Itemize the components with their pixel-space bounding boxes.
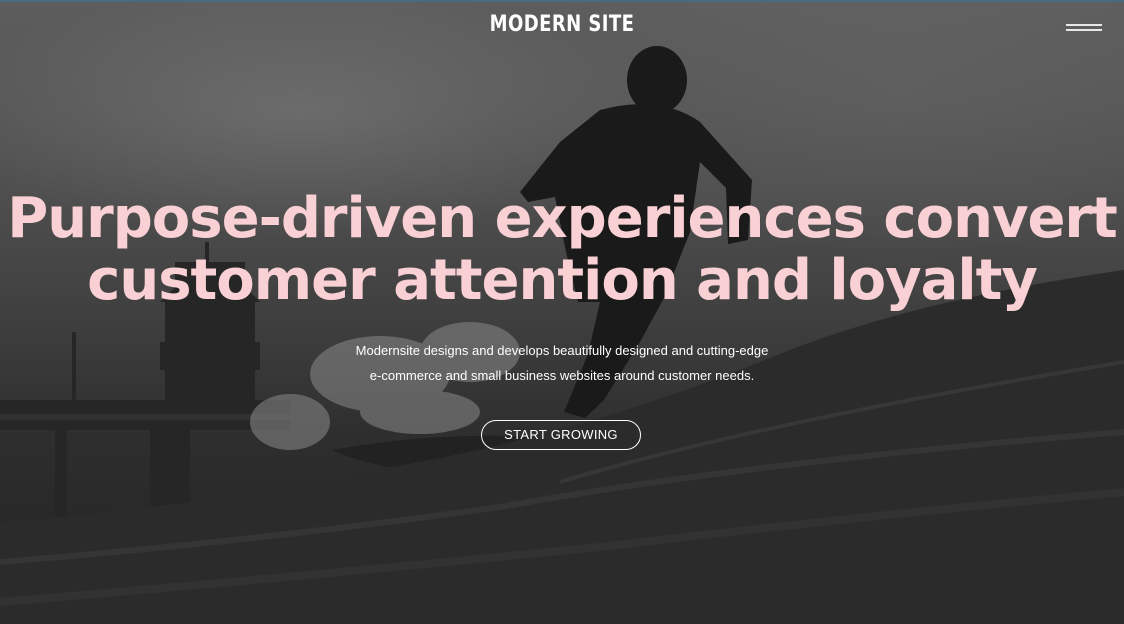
menu-button[interactable] <box>1062 16 1106 40</box>
hero-description-line-1: Modernsite designs and develops beautifu… <box>355 343 769 358</box>
hero-background-image <box>0 46 1124 624</box>
site-logo[interactable]: MODERN SITE <box>101 12 1023 37</box>
hero-headline-line-2: customer attention and loyalty <box>87 248 1038 313</box>
hamburger-menu-icon <box>1066 20 1102 36</box>
hero-headline-line-1: Purpose-driven experiences convert <box>7 186 1118 251</box>
hero-headline: Purpose-driven experiences convert custo… <box>0 188 1124 312</box>
menu-icon-bar-bottom <box>1066 29 1102 31</box>
hero-description: Modernsite designs and develops beautifu… <box>0 338 1124 388</box>
menu-icon-bar-top <box>1066 24 1102 26</box>
hero-description-line-2: e-commerce and small business websites a… <box>369 368 755 383</box>
start-growing-button[interactable]: START GROWING <box>481 420 641 450</box>
hero-section: MODERN SITE Purpose-driven experiences c… <box>0 0 1124 624</box>
